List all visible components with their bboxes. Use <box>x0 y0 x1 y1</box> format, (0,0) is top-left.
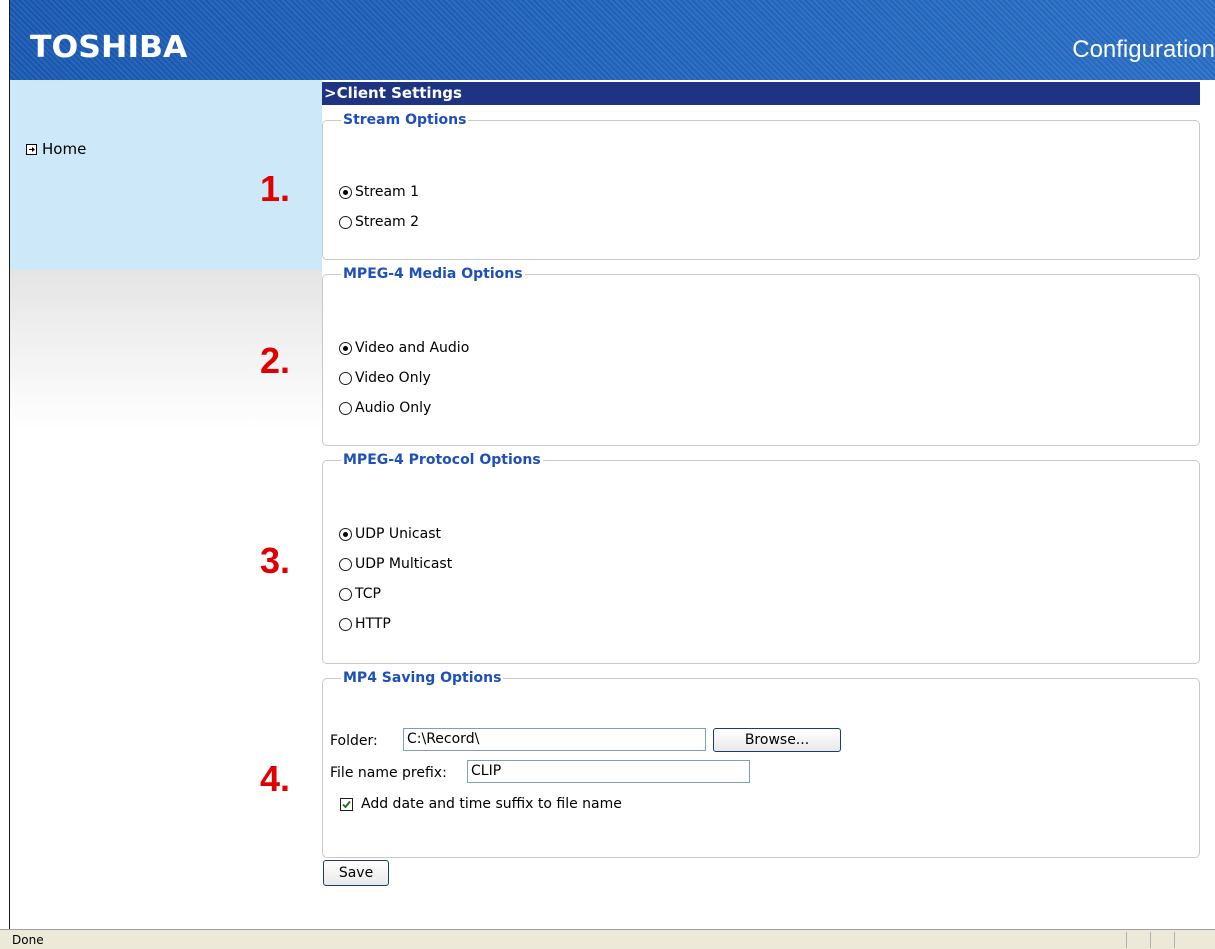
folder-label: Folder: <box>330 733 378 749</box>
status-pane-divider <box>1150 932 1151 948</box>
stream-1-radio[interactable] <box>339 185 352 199</box>
marker-2: 2. <box>260 340 291 381</box>
stream-options-legend: Stream Options <box>343 112 467 128</box>
window-left-border <box>0 0 10 949</box>
option-label: TCP <box>355 586 381 602</box>
option-label: HTTP <box>355 616 391 632</box>
option-label: Stream 1 <box>355 184 420 200</box>
video-only-radio[interactable] <box>339 371 352 385</box>
folder-input[interactable]: C:\Record\ <box>403 728 706 751</box>
media-options-legend: MPEG-4 Media Options <box>343 266 523 282</box>
option-label: Stream 2 <box>355 214 420 230</box>
sidebar-item-label: Home <box>42 140 87 158</box>
sidebar-item-home[interactable]: Home <box>26 140 86 158</box>
udp-unicast-radio[interactable] <box>339 527 352 541</box>
audio-only-option[interactable]: Audio Only <box>339 400 431 416</box>
date-suffix-option[interactable]: Add date and time suffix to file name <box>340 796 622 812</box>
video-only-option[interactable]: Video Only <box>339 370 431 386</box>
stream-1-option[interactable]: Stream 1 <box>339 184 419 200</box>
saving-options-group: MP4 Saving Options <box>322 670 1200 858</box>
udp-unicast-option[interactable]: UDP Unicast <box>339 526 441 542</box>
section-title-bar: >Client Settings <box>322 82 1200 105</box>
status-pane-divider <box>1174 932 1175 948</box>
video-and-audio-option[interactable]: Video and Audio <box>339 340 469 356</box>
udp-multicast-radio[interactable] <box>339 557 352 571</box>
save-button[interactable]: Save <box>323 860 389 886</box>
header-banner: TOSHIBA Configuration <box>10 0 1215 80</box>
http-option[interactable]: HTTP <box>339 616 391 632</box>
marker-3: 3. <box>260 540 291 581</box>
option-label: UDP Multicast <box>355 556 453 572</box>
marker-1: 1. <box>260 168 291 209</box>
status-bar: Done <box>0 929 1215 949</box>
udp-multicast-option[interactable]: UDP Multicast <box>339 556 452 572</box>
protocol-options-group: MPEG-4 Protocol Options UDP Unicast UDP … <box>322 452 1200 664</box>
date-suffix-checkbox[interactable] <box>340 797 353 811</box>
stream-options-group: Stream Options Stream 1 Stream 2 <box>322 112 1200 260</box>
option-label: Audio Only <box>355 400 432 416</box>
video-and-audio-radio[interactable] <box>339 341 352 355</box>
option-label: Video Only <box>355 370 431 386</box>
option-label: Video and Audio <box>355 340 470 356</box>
stream-2-radio[interactable] <box>339 215 352 229</box>
browse-button[interactable]: Browse... <box>713 728 841 752</box>
tcp-option[interactable]: TCP <box>339 586 381 602</box>
prefix-input[interactable]: CLIP <box>467 760 750 783</box>
option-label: UDP Unicast <box>355 526 441 542</box>
marker-4: 4. <box>260 758 291 799</box>
protocol-options-legend: MPEG-4 Protocol Options <box>343 452 541 468</box>
stream-2-option[interactable]: Stream 2 <box>339 214 419 230</box>
toshiba-logo: TOSHIBA <box>30 30 188 65</box>
tcp-radio[interactable] <box>339 587 352 601</box>
date-suffix-label: Add date and time suffix to file name <box>361 796 622 812</box>
status-pane-divider <box>1126 932 1127 948</box>
page-heading: Configuration <box>1072 36 1215 63</box>
audio-only-radio[interactable] <box>339 401 352 415</box>
status-text: Done <box>12 933 44 947</box>
http-radio[interactable] <box>339 617 352 631</box>
prefix-label: File name prefix: <box>330 765 447 781</box>
media-options-group: MPEG-4 Media Options Video and Audio Vid… <box>322 266 1200 446</box>
saving-options-legend: MP4 Saving Options <box>343 670 502 686</box>
arrow-right-icon <box>26 143 37 155</box>
